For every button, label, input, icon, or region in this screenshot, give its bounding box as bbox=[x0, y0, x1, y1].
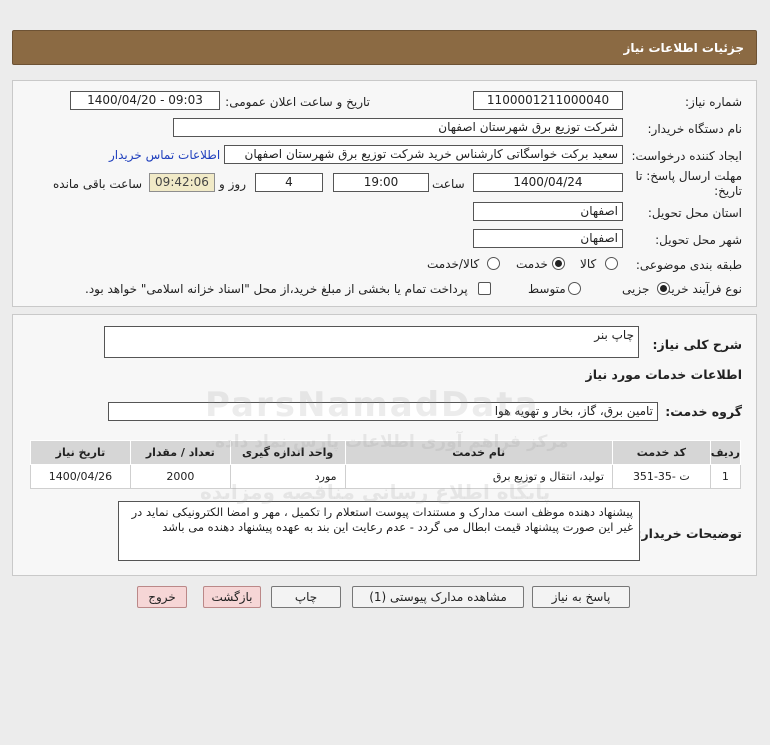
category-option-goods: کالا bbox=[580, 257, 597, 271]
col-service-code: کد خدمت bbox=[611, 440, 711, 465]
cell-need-date: 1400/04/26 bbox=[30, 464, 131, 489]
deadline-time-field: 19:00 bbox=[333, 173, 429, 192]
category-option-service: خدمت bbox=[516, 257, 548, 271]
services-section-title: اطلاعات خدمات مورد نیاز bbox=[585, 367, 743, 382]
buyer-notes-label: توضیحات خریدار: bbox=[636, 526, 742, 541]
requester-field: سعید برکت خواسگاتی کارشناس خرید شرکت توز… bbox=[224, 145, 623, 164]
treasury-payment-note: پرداخت تمام یا بخشی از مبلغ خرید،از محل … bbox=[85, 282, 468, 296]
table-row: 1 ت -35-351 تولید، انتقال و توزیع برق مو… bbox=[30, 464, 742, 489]
category-radio-service[interactable] bbox=[552, 257, 565, 270]
deadline-date-field: 1400/04/24 bbox=[473, 173, 623, 192]
need-number-field: 1100001211000040 bbox=[473, 91, 623, 110]
need-number-label: شماره نیاز: bbox=[685, 95, 742, 109]
cell-quantity: 2000 bbox=[129, 464, 231, 489]
city-field: اصفهان bbox=[473, 229, 623, 248]
reply-button[interactable]: پاسخ به نیاز bbox=[532, 586, 630, 608]
category-radio-goods[interactable] bbox=[605, 257, 618, 270]
remaining-time-label: ساعت باقی مانده bbox=[53, 177, 143, 191]
days-remaining-field: 4 bbox=[255, 173, 323, 192]
col-row: ردیف bbox=[709, 440, 742, 465]
announce-date-label: تاریخ و ساعت اعلان عمومی: bbox=[225, 95, 370, 109]
category-radio-goods-service[interactable] bbox=[487, 257, 500, 270]
deadline-label: مهلت ارسال پاسخ: تا bbox=[635, 169, 742, 183]
buyer-notes-field: پیشنهاد دهنده موظف است مدارک و مستندات پ… bbox=[118, 501, 640, 561]
cell-unit: مورد bbox=[229, 464, 346, 489]
col-need-date: تاریخ نیاز bbox=[30, 440, 131, 465]
description-label: شرح کلی نیاز: bbox=[652, 337, 742, 352]
exit-button[interactable]: خروج bbox=[137, 586, 187, 608]
remaining-time-field: 09:42:06 bbox=[149, 173, 215, 192]
deadline-date-label: تاریخ: bbox=[714, 184, 742, 198]
description-field: چاپ بنر bbox=[104, 326, 639, 358]
days-label: روز و bbox=[219, 177, 246, 191]
process-radio-minor[interactable] bbox=[657, 282, 670, 295]
buyer-org-field: شرکت توزیع برق شهرستان اصفهان bbox=[173, 118, 623, 137]
services-table: ردیف کد خدمت نام خدمت واحد اندازه گیری ت… bbox=[30, 440, 742, 489]
col-unit: واحد اندازه گیری bbox=[229, 440, 346, 465]
process-option-minor: جزیی bbox=[622, 282, 650, 296]
province-label: استان محل تحویل: bbox=[647, 206, 742, 220]
service-group-field: تامین برق، گاز، بخار و تهویه هوا bbox=[108, 402, 658, 421]
page-header: جزئیات اطلاعات نیاز bbox=[12, 30, 757, 65]
process-radio-medium[interactable] bbox=[568, 282, 581, 295]
city-label: شهر محل تحویل: bbox=[655, 233, 742, 247]
buyer-contact-link[interactable]: اطلاعات تماس خریدار bbox=[109, 148, 220, 162]
col-service-name: نام خدمت bbox=[344, 440, 613, 465]
service-group-label: گروه خدمت: bbox=[665, 404, 742, 419]
requester-label: ایجاد کننده درخواست: bbox=[631, 149, 742, 163]
col-quantity: تعداد / مقدار bbox=[129, 440, 231, 465]
buyer-org-label: نام دستگاه خریدار: bbox=[647, 122, 743, 136]
treasury-payment-checkbox[interactable] bbox=[478, 282, 491, 295]
category-label: طبقه بندی موضوعی: bbox=[635, 258, 742, 272]
announce-date-field: 1400/04/20 - 09:03 bbox=[70, 91, 220, 110]
page-title: جزئیات اطلاعات نیاز bbox=[623, 41, 744, 55]
category-option-goods-service: کالا/خدمت bbox=[427, 257, 480, 271]
process-option-medium: متوسط bbox=[528, 282, 566, 296]
print-button[interactable]: چاپ bbox=[271, 586, 341, 608]
view-attachments-button[interactable]: مشاهده مدارک پیوستی (1) bbox=[352, 586, 524, 608]
deadline-time-label: ساعت bbox=[432, 177, 465, 191]
cell-row: 1 bbox=[709, 464, 742, 489]
cell-service-name: تولید، انتقال و توزیع برق bbox=[344, 464, 613, 489]
back-button[interactable]: بازگشت bbox=[203, 586, 261, 608]
cell-service-code: ت -35-351 bbox=[611, 464, 711, 489]
need-info-panel bbox=[12, 80, 757, 307]
province-field: اصفهان bbox=[473, 202, 623, 221]
